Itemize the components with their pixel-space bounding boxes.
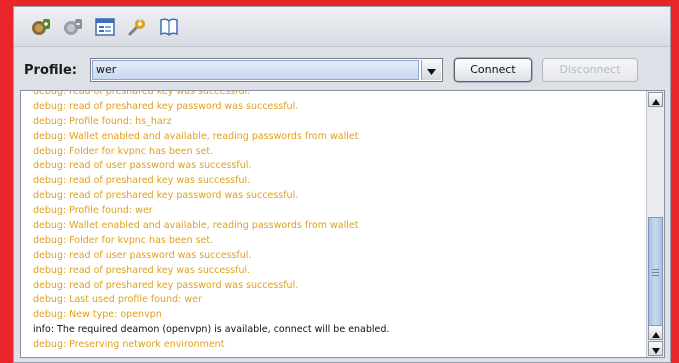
- log-line: debug: Folder for kvpnc has been set.: [33, 145, 214, 157]
- log-line: debug: read of user password was success…: [33, 160, 252, 172]
- log-scrollbar[interactable]: [646, 91, 664, 357]
- profile-row: Profile: wer Connect Disconnect: [14, 53, 670, 87]
- log-line: debug: Folder for kvpnc has been set.: [33, 234, 214, 246]
- scroll-thumb[interactable]: [648, 217, 663, 330]
- log-line: debug: Profile found: wer: [33, 205, 153, 217]
- toolbar-settings-button[interactable]: [124, 14, 150, 40]
- toolbar-log-button[interactable]: [156, 14, 182, 40]
- toolbar-profile-manager-button[interactable]: [92, 14, 118, 40]
- profile-label: Profile:: [24, 63, 77, 78]
- toolbar-disconnect-button[interactable]: [60, 14, 86, 40]
- log-line: debug: New type: openvpn: [33, 309, 162, 321]
- scroll-up-button-bottom[interactable]: [648, 325, 663, 340]
- log-line: debug: read of preshared key password wa…: [33, 279, 299, 291]
- connect-button[interactable]: Connect: [454, 58, 532, 82]
- log-line: info: The required deamon (openvpn) is a…: [33, 324, 390, 336]
- settings-wrench-icon: [126, 16, 148, 38]
- log-line: debug: read of preshared key was success…: [33, 90, 251, 97]
- disconnect-icon: [62, 16, 84, 38]
- arrow-up-icon: [651, 91, 660, 109]
- connect-icon: [30, 16, 52, 38]
- log-line: debug: Last used profile found: wer: [33, 294, 202, 306]
- log-lines: debug: read of preshared key was success…: [33, 90, 633, 353]
- log-line: debug: read of preshared key was success…: [33, 264, 251, 276]
- kvpnc-window: Profile: wer Connect Disconnect debug: r…: [13, 6, 671, 363]
- log-line: debug: Wallet enabled and available, rea…: [33, 130, 359, 142]
- log-line: debug: Preserving network environment: [33, 339, 225, 351]
- log-view[interactable]: debug: read of preshared key was success…: [20, 90, 665, 358]
- disconnect-button[interactable]: Disconnect: [542, 58, 638, 82]
- profile-manager-icon: [94, 16, 116, 38]
- profile-select-dropdown-button[interactable]: [421, 60, 441, 80]
- scroll-down-button[interactable]: [648, 341, 663, 356]
- arrow-down-icon: [651, 339, 660, 357]
- log-line: debug: Profile found: hs_harz: [33, 115, 172, 127]
- log-line: debug: read of preshared key was success…: [33, 175, 251, 187]
- toolbar-connect-button[interactable]: [28, 14, 54, 40]
- profile-select-value: wer: [92, 60, 419, 80]
- scroll-up-button[interactable]: [648, 92, 663, 107]
- log-line: debug: read of preshared key password wa…: [33, 190, 299, 202]
- toolbar: [14, 7, 670, 47]
- profile-select[interactable]: wer: [90, 58, 443, 82]
- log-line: debug: Wallet enabled and available, rea…: [33, 220, 359, 232]
- log-line: debug: read of user password was success…: [33, 249, 252, 261]
- log-line: debug: read of preshared key password wa…: [33, 100, 299, 112]
- log-book-icon: [158, 16, 180, 38]
- chevron-down-icon: [427, 61, 436, 80]
